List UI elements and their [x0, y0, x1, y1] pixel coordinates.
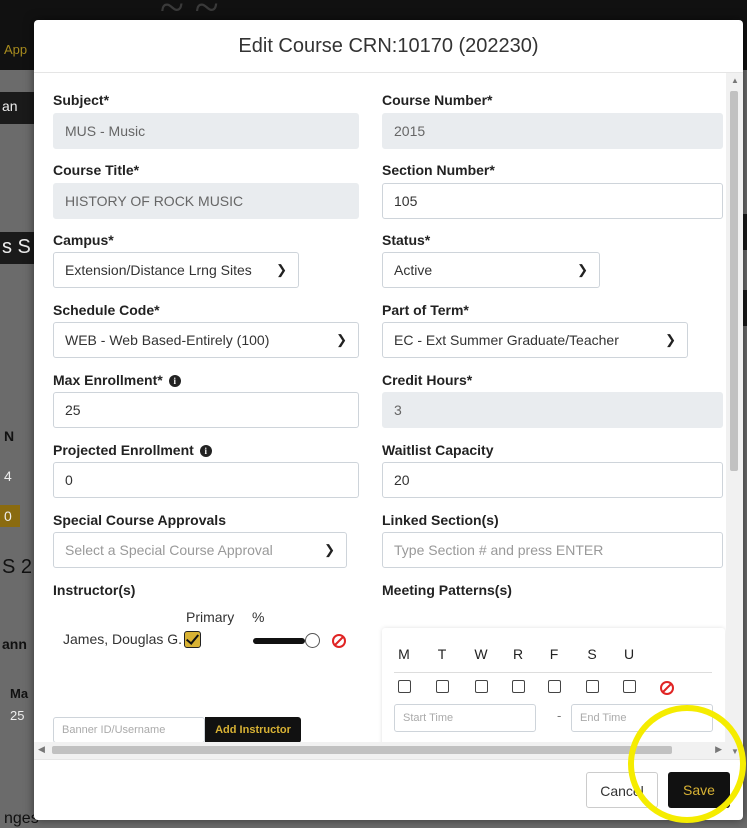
credit-hours-label: Credit Hours* [382, 372, 473, 388]
day-label: R [512, 646, 524, 662]
instructors-label: Instructor(s) [53, 582, 136, 598]
day-label: F [549, 646, 559, 662]
projected-enrollment-input[interactable]: 0 [53, 462, 359, 498]
projected-enrollment-label-text: Projected Enrollment [53, 442, 194, 458]
start-time-input[interactable]: Start Time [394, 704, 536, 732]
course-number-field: 2015 [382, 113, 723, 149]
day-checkbox-u[interactable] [623, 680, 636, 693]
special-approvals-placeholder: Select a Special Course Approval [65, 542, 273, 558]
background-text: 25 [10, 708, 25, 723]
day-checkbox-w[interactable] [475, 680, 488, 693]
background-text: 0 [4, 508, 12, 524]
linked-sections-label: Linked Section(s) [382, 512, 499, 528]
modal-title: Edit Course CRN:10170 (202230) [34, 20, 743, 73]
scroll-left-icon[interactable]: ◀ [38, 744, 45, 755]
background-text: 4 [4, 468, 12, 484]
course-title-label: Course Title* [53, 162, 140, 178]
background-text: N [4, 428, 15, 444]
section-number-input[interactable]: 105 [382, 183, 723, 219]
vertical-scrollbar[interactable]: ▲ ▼ [726, 73, 743, 759]
subject-label: Subject* [53, 92, 110, 108]
edit-course-modal: Edit Course CRN:10170 (202230) Subject* … [34, 20, 743, 820]
vertical-scroll-thumb[interactable] [730, 91, 738, 471]
campus-select[interactable]: Extension/Distance Lrng Sites ❯ [53, 252, 299, 288]
day-label: M [398, 646, 410, 662]
status-select[interactable]: Active ❯ [382, 252, 600, 288]
modal-body[interactable]: Subject* MUS - Music Course Number* 2015… [34, 73, 726, 759]
percent-slider-track[interactable] [253, 638, 305, 644]
schedule-code-label: Schedule Code* [53, 302, 160, 318]
info-icon[interactable]: i [199, 445, 212, 457]
day-checkbox-t[interactable] [436, 680, 449, 693]
status-value: Active [394, 262, 433, 278]
divider [394, 672, 712, 673]
status-label: Status* [382, 232, 431, 248]
section-number-label: Section Number* [382, 162, 495, 178]
schedule-code-value: WEB - Web Based-Entirely (100) [65, 332, 270, 348]
primary-column-header: Primary [186, 609, 235, 625]
check-icon [185, 631, 200, 645]
projected-enrollment-label: Projected Enrollment i [53, 442, 212, 458]
highlight-circle [628, 705, 746, 823]
percent-column-header: % [252, 609, 265, 625]
schedule-code-select[interactable]: WEB - Web Based-Entirely (100) ❯ [53, 322, 359, 358]
chevron-down-icon: ❯ [324, 542, 335, 557]
remove-instructor-icon[interactable] [332, 634, 346, 648]
meeting-patterns-label: Meeting Patterns(s) [382, 582, 512, 598]
day-label: T [437, 646, 447, 662]
linked-sections-input[interactable]: Type Section # and press ENTER [382, 532, 723, 568]
percent-slider-handle[interactable] [305, 633, 320, 648]
background-text: s S [2, 236, 31, 258]
background-text: ann [2, 636, 27, 652]
campus-label: Campus* [53, 232, 114, 248]
subject-field: MUS - Music [53, 113, 359, 149]
waitlist-capacity-input[interactable]: 20 [382, 462, 723, 498]
horizontal-scroll-thumb[interactable] [52, 746, 672, 754]
chevron-down-icon: ❯ [276, 262, 287, 277]
day-checkbox-r[interactable] [512, 680, 525, 693]
day-checkbox-f[interactable] [548, 680, 561, 693]
course-number-label: Course Number* [382, 92, 493, 108]
campus-value: Extension/Distance Lrng Sites [65, 262, 252, 278]
part-of-term-label: Part of Term* [382, 302, 469, 318]
time-separator: - [557, 708, 562, 723]
day-checkbox-m[interactable] [398, 680, 411, 693]
credit-hours-field: 3 [382, 392, 723, 428]
part-of-term-select[interactable]: EC - Ext Summer Graduate/Teacher ❯ [382, 322, 688, 358]
day-label: U [623, 646, 635, 662]
background-tab: App [4, 42, 28, 57]
chevron-down-icon: ❯ [577, 262, 588, 277]
day-checkbox-s[interactable] [586, 680, 599, 693]
info-icon[interactable]: i [168, 375, 181, 387]
instructor-name: James, Douglas G. [63, 631, 183, 647]
background-text: S 2 [2, 556, 33, 578]
day-label: S [587, 646, 597, 662]
chevron-down-icon: ❯ [336, 332, 347, 347]
remove-meeting-icon[interactable] [660, 681, 674, 695]
primary-checkbox[interactable] [184, 631, 201, 648]
special-approvals-label: Special Course Approvals [53, 512, 226, 528]
add-instructor-button[interactable]: Add Instructor [205, 717, 301, 743]
course-title-field: HISTORY OF ROCK MUSIC [53, 183, 359, 219]
background-text: an [2, 98, 18, 114]
max-enrollment-label: Max Enrollment* i [53, 372, 181, 388]
waitlist-capacity-label: Waitlist Capacity [382, 442, 494, 458]
scroll-up-icon[interactable]: ▲ [731, 76, 739, 85]
chevron-down-icon: ❯ [665, 332, 676, 347]
horizontal-scrollbar[interactable]: ◀ ▶ [34, 742, 726, 759]
day-label: W [474, 646, 488, 662]
background-text: Ma [10, 686, 29, 701]
instructor-search-input[interactable]: Banner ID/Username [53, 717, 205, 743]
special-approvals-select[interactable]: Select a Special Course Approval ❯ [53, 532, 347, 568]
max-enrollment-label-text: Max Enrollment* [53, 372, 163, 388]
part-of-term-value: EC - Ext Summer Graduate/Teacher [394, 332, 619, 348]
max-enrollment-input[interactable]: 25 [53, 392, 359, 428]
